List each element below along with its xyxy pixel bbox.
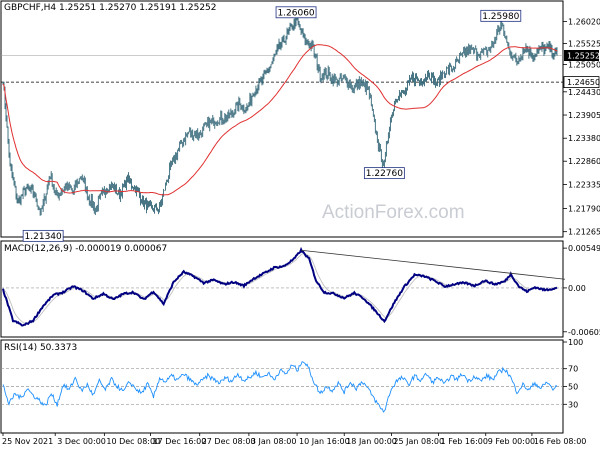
watermark: ActionForex.com [322, 202, 465, 223]
levels-layer [1, 55, 563, 83]
rsi-y-tick-label: 50 [568, 383, 578, 392]
macd-line [2, 246, 558, 327]
x-tick-label: 3 Dec 00:00 [57, 437, 106, 446]
macd-y-tick-label: 0.005492 [568, 244, 600, 253]
macd-signal-line [2, 253, 558, 324]
macd-layer [1, 246, 566, 327]
price-layer: 1.26060 1.25980 1.22760 1.21340 [2, 6, 558, 242]
price-y-tick-label: 1.22335 [568, 180, 600, 189]
x-tick-label: 16 Feb 08:00 [534, 437, 586, 446]
annotation-label: 1.22760 [366, 169, 403, 179]
price-annotation: 1.21340 [22, 229, 64, 242]
support-label: 1.24650 [567, 78, 600, 87]
price-panel-frame [0, 0, 564, 238]
rsi-y-tick-label: 70 [568, 365, 578, 374]
price-annotation: 1.25980 [480, 9, 522, 22]
price-y-tick-label: 1.24430 [568, 88, 600, 97]
annotation-label: 1.26060 [277, 8, 314, 18]
x-tick-label: 9 Feb 00:00 [488, 437, 535, 446]
chart-root: ActionForex.com 1.26060 1.25980 1.22760 1.2… [0, 0, 600, 450]
macd-y-tick-label: 0.00 [568, 284, 586, 293]
price-ohlc: 1.25251 1.25270 1.25191 1.25252 [59, 3, 216, 13]
x-tick-label: 18 Jan 00:00 [346, 437, 397, 446]
rsi-y-tick-label: 30 [568, 400, 578, 409]
price-symbol: GBPCHF,H4 [4, 3, 56, 13]
price-y-tick-label: 1.25525 [568, 39, 600, 48]
price-annotation: 1.26060 [275, 6, 317, 18]
chart-canvas: ActionForex.com 1.26060 1.259801.227601.2… [0, 0, 600, 446]
macd-title: MACD(12,26,9) -0.000019 0.000067 [4, 244, 167, 254]
rsi-title: RSI(14) 50.3373 [4, 343, 77, 353]
x-tick-label: 17 Dec 16:00 [153, 437, 207, 446]
macd-panel-frame [0, 240, 564, 338]
price-ma-line [2, 44, 558, 196]
price-annotation: 1.22760 [363, 167, 405, 179]
x-tick-label: 10 Jan 16:00 [299, 437, 350, 446]
x-tick-label: 1 Feb 16:00 [441, 437, 488, 446]
macd-trendline [301, 249, 566, 280]
price-title: GBPCHF,H4 1.25251 1.25270 1.25191 1.2525… [4, 3, 217, 13]
price-y-tick-label: 1.21790 [568, 204, 600, 213]
macd-y-tick-label: -0.006057 [568, 328, 600, 337]
annotation-label: 1.21340 [25, 232, 62, 242]
annotation-label: 1.25980 [482, 12, 519, 22]
price-y-tick-label: 1.23380 [568, 134, 600, 143]
current-price-label: 1.25252 [567, 51, 600, 60]
rsi-y-tick-label: 100 [568, 338, 583, 347]
x-tick-label: 27 Dec 08:00 [202, 437, 256, 446]
x-tick-label: 25 Jan 08:00 [393, 437, 444, 446]
price-y-tick-label: 1.21265 [568, 228, 600, 237]
x-tick-label: 25 Nov 2021 [2, 437, 53, 446]
price-y-tick-label: 1.22860 [568, 157, 600, 166]
rsi-layer [1, 361, 563, 413]
x-tick-label: 3 Jan 08:00 [251, 437, 297, 446]
price-y-tick-label: 1.23905 [568, 111, 600, 120]
price-y-tick-label: 1.25050 [568, 60, 600, 69]
price-y-tick-label: 1.26020 [568, 18, 600, 27]
